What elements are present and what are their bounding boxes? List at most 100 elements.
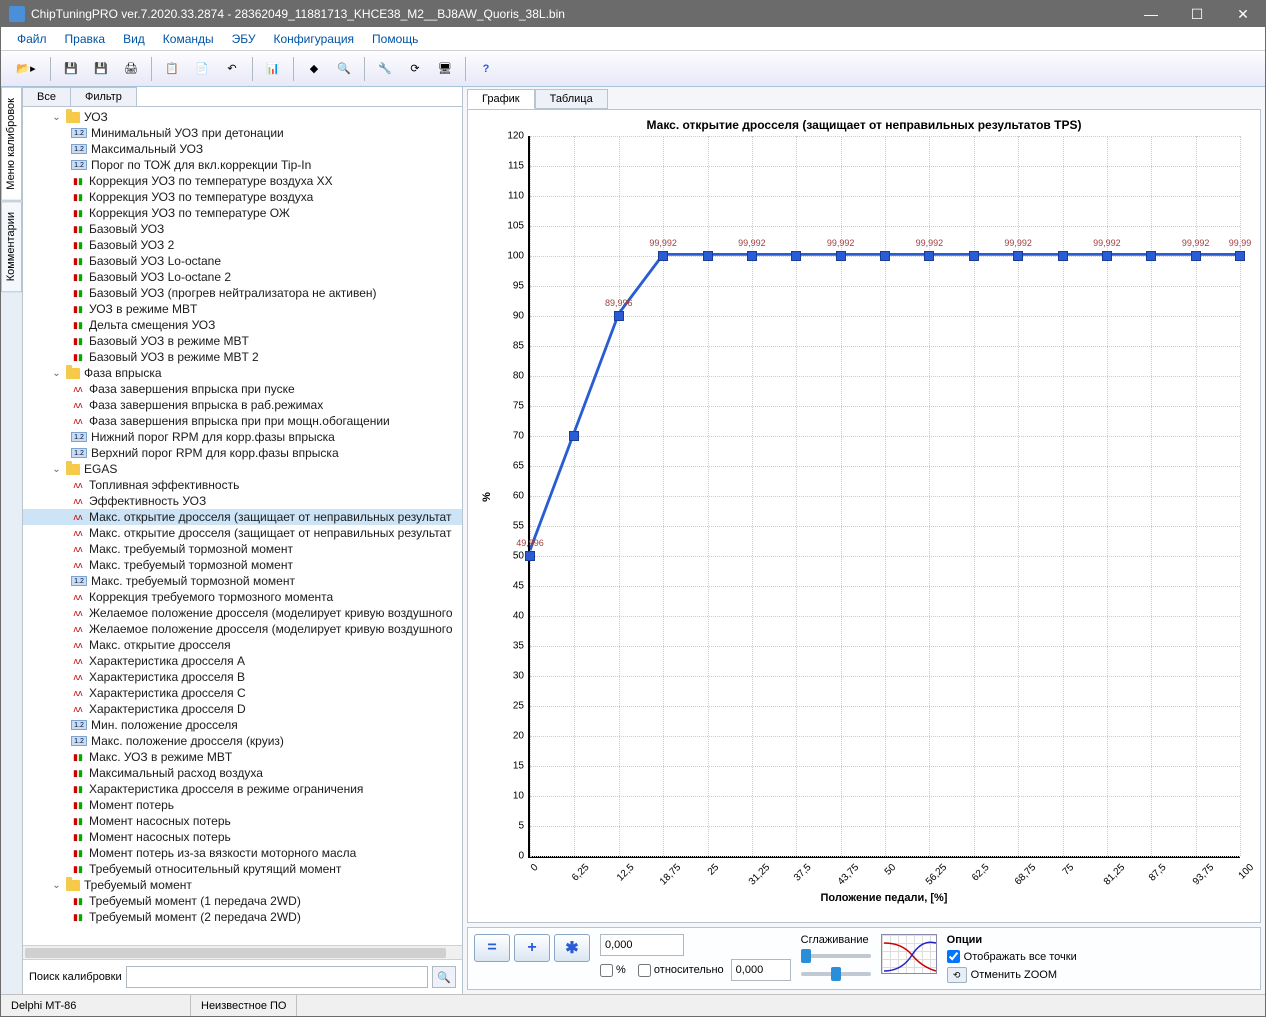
tree-leaf[interactable]: ▮▮Момент насосных потерь: [23, 829, 462, 845]
tool-search-icon[interactable]: 🔍: [331, 56, 357, 82]
tree-leaf[interactable]: ▮▮Требуемый относительный крутящий момен…: [23, 861, 462, 877]
tree-leaf[interactable]: ᴧᴧМакс. открытие дросселя (защищает от н…: [23, 525, 462, 541]
tree-leaf[interactable]: ▮▮Коррекция УОЗ по температуре воздуха X…: [23, 173, 462, 189]
save-as-icon[interactable]: 💾: [88, 56, 114, 82]
equals-button[interactable]: =: [474, 934, 510, 962]
tool-diamond-icon[interactable]: ◆: [301, 56, 327, 82]
menu-commands[interactable]: Команды: [155, 30, 222, 48]
filter-tab-all[interactable]: Все: [23, 87, 71, 106]
help-icon[interactable]: ?: [473, 56, 499, 82]
smooth-slider-2[interactable]: [801, 972, 871, 976]
save-icon[interactable]: 💾: [58, 56, 84, 82]
vtab-calibrations[interactable]: Меню калибровок: [1, 87, 22, 201]
tree-folder[interactable]: ⌄EGAS: [23, 461, 462, 477]
tree-leaf[interactable]: 1.2Порог по ТОЖ для вкл.коррекции Tip-In: [23, 157, 462, 173]
tree-leaf[interactable]: ᴧᴧХарактеристика дросселя D: [23, 701, 462, 717]
copy-icon[interactable]: 📋: [159, 56, 185, 82]
data-point[interactable]: [747, 251, 757, 261]
tree-leaf[interactable]: ▮▮Требуемый момент (1 передача 2WD): [23, 893, 462, 909]
tree-leaf[interactable]: ᴧᴧФаза завершения впрыска при при мощн.о…: [23, 413, 462, 429]
tree-leaf[interactable]: 1.2Макс. положение дросселя (круиз): [23, 733, 462, 749]
data-point[interactable]: [969, 251, 979, 261]
tree-leaf[interactable]: ▮▮Дельта смещения УОЗ: [23, 317, 462, 333]
tree-leaf[interactable]: ▮▮Коррекция УОЗ по температуре ОЖ: [23, 205, 462, 221]
menu-view[interactable]: Вид: [115, 30, 153, 48]
data-point[interactable]: [658, 251, 668, 261]
data-point[interactable]: [1058, 251, 1068, 261]
reset-zoom-label[interactable]: Отменить ZOOM: [971, 969, 1057, 981]
tree-leaf[interactable]: ᴧᴧМакс. открытие дросселя: [23, 637, 462, 653]
tree-folder[interactable]: ⌄Требуемый момент: [23, 877, 462, 893]
tree-leaf[interactable]: ▮▮Базовый УОЗ в режиме MBT: [23, 333, 462, 349]
data-point[interactable]: [880, 251, 890, 261]
tree-leaf[interactable]: ᴧᴧМакс. требуемый тормозной момент: [23, 541, 462, 557]
tree-leaf[interactable]: ᴧᴧХарактеристика дросселя B: [23, 669, 462, 685]
tree-leaf[interactable]: ▮▮УОЗ в режиме MBT: [23, 301, 462, 317]
paste-icon[interactable]: 📄: [189, 56, 215, 82]
menu-file[interactable]: Файл: [9, 30, 55, 48]
filter-tab-filter[interactable]: Фильтр: [70, 87, 137, 106]
tree-hscroll[interactable]: [23, 945, 462, 959]
tree-leaf[interactable]: ▮▮Базовый УОЗ Lo-octane 2: [23, 269, 462, 285]
minimize-button[interactable]: —: [1137, 6, 1165, 23]
tree-leaf[interactable]: ▮▮Базовый УОЗ (прогрев нейтрализатора не…: [23, 285, 462, 301]
menu-config[interactable]: Конфигурация: [265, 30, 362, 48]
multiply-button[interactable]: ✱: [554, 934, 590, 962]
plus-button[interactable]: +: [514, 934, 550, 962]
tree-leaf[interactable]: 1.2Максимальный УОЗ: [23, 141, 462, 157]
search-input[interactable]: [126, 966, 428, 988]
value-input-1[interactable]: [600, 934, 684, 956]
tree-leaf[interactable]: ▮▮Момент потерь: [23, 797, 462, 813]
plot-area[interactable]: 0510152025303540455055606570758085909510…: [528, 136, 1240, 858]
tree-leaf[interactable]: ▮▮Момент потерь из-за вязкости моторного…: [23, 845, 462, 861]
data-point[interactable]: [569, 431, 579, 441]
smooth-slider-1[interactable]: [801, 954, 871, 958]
print-icon[interactable]: 🖨: [118, 56, 144, 82]
tree-leaf[interactable]: ᴧᴧЖелаемое положение дросселя (моделируе…: [23, 605, 462, 621]
close-button[interactable]: ✕: [1229, 6, 1257, 23]
data-point[interactable]: [614, 311, 624, 321]
reset-zoom-icon[interactable]: ⟲: [947, 967, 967, 983]
data-point[interactable]: [924, 251, 934, 261]
relative-checkbox[interactable]: [638, 964, 651, 977]
tree-leaf[interactable]: 1.2Мин. положение дросселя: [23, 717, 462, 733]
maximize-button[interactable]: ☐: [1183, 6, 1211, 23]
tree-folder[interactable]: ⌄УОЗ: [23, 109, 462, 125]
menu-help[interactable]: Помощь: [364, 30, 426, 48]
tree-leaf[interactable]: ᴧᴧМакс. открытие дросселя (защищает от н…: [23, 509, 462, 525]
menu-ecu[interactable]: ЭБУ: [224, 30, 264, 48]
data-point[interactable]: [525, 551, 535, 561]
tree-leaf[interactable]: ᴧᴧФаза завершения впрыска в раб.режимах: [23, 397, 462, 413]
percent-checkbox[interactable]: [600, 964, 613, 977]
calibration-tree[interactable]: ⌄УОЗ1.2Минимальный УОЗ при детонации1.2М…: [23, 107, 462, 945]
value-input-2[interactable]: [731, 959, 791, 981]
vtab-comments[interactable]: Комментарии: [1, 201, 22, 292]
tree-leaf[interactable]: ▮▮Базовый УОЗ в режиме MBT 2: [23, 349, 462, 365]
undo-icon[interactable]: ↶: [219, 56, 245, 82]
open-icon[interactable]: 📂▸: [9, 54, 43, 84]
tree-leaf[interactable]: ▮▮Коррекция УОЗ по температуре воздуха: [23, 189, 462, 205]
tree-leaf[interactable]: 1.2Минимальный УОЗ при детонации: [23, 125, 462, 141]
tree-leaf[interactable]: ᴧᴧЭффективность УОЗ: [23, 493, 462, 509]
tree-folder[interactable]: ⌄Фаза впрыска: [23, 365, 462, 381]
tree-leaf[interactable]: 1.2Нижний порог RPM для корр.фазы впрыск…: [23, 429, 462, 445]
data-point[interactable]: [1102, 251, 1112, 261]
data-point[interactable]: [1191, 251, 1201, 261]
tool-refresh-icon[interactable]: ⟳: [402, 56, 428, 82]
tree-leaf[interactable]: ▮▮Характеристика дросселя в режиме огран…: [23, 781, 462, 797]
tree-leaf[interactable]: ᴧᴧКоррекция требуемого тормозного момент…: [23, 589, 462, 605]
tree-leaf[interactable]: ▮▮Макс. УОЗ в режиме MBT: [23, 749, 462, 765]
tree-leaf[interactable]: ▮▮Требуемый момент (2 передача 2WD): [23, 909, 462, 925]
tree-leaf[interactable]: ▮▮Базовый УОЗ Lo-octane: [23, 253, 462, 269]
tree-leaf[interactable]: ᴧᴧТопливная эффективность: [23, 477, 462, 493]
data-point[interactable]: [791, 251, 801, 261]
tree-leaf[interactable]: ▮▮Момент насосных потерь: [23, 813, 462, 829]
menu-edit[interactable]: Правка: [57, 30, 114, 48]
tree-leaf[interactable]: ᴧᴧХарактеристика дросселя A: [23, 653, 462, 669]
data-point[interactable]: [703, 251, 713, 261]
tree-leaf[interactable]: 1.2Верхний порог RPM для корр.фазы впрыс…: [23, 445, 462, 461]
chart-tab-graph[interactable]: График: [467, 89, 535, 109]
data-point[interactable]: [1235, 251, 1245, 261]
tree-leaf[interactable]: ᴧᴧЖелаемое положение дросселя (моделируе…: [23, 621, 462, 637]
tool-wrench-icon[interactable]: 🔧: [372, 56, 398, 82]
